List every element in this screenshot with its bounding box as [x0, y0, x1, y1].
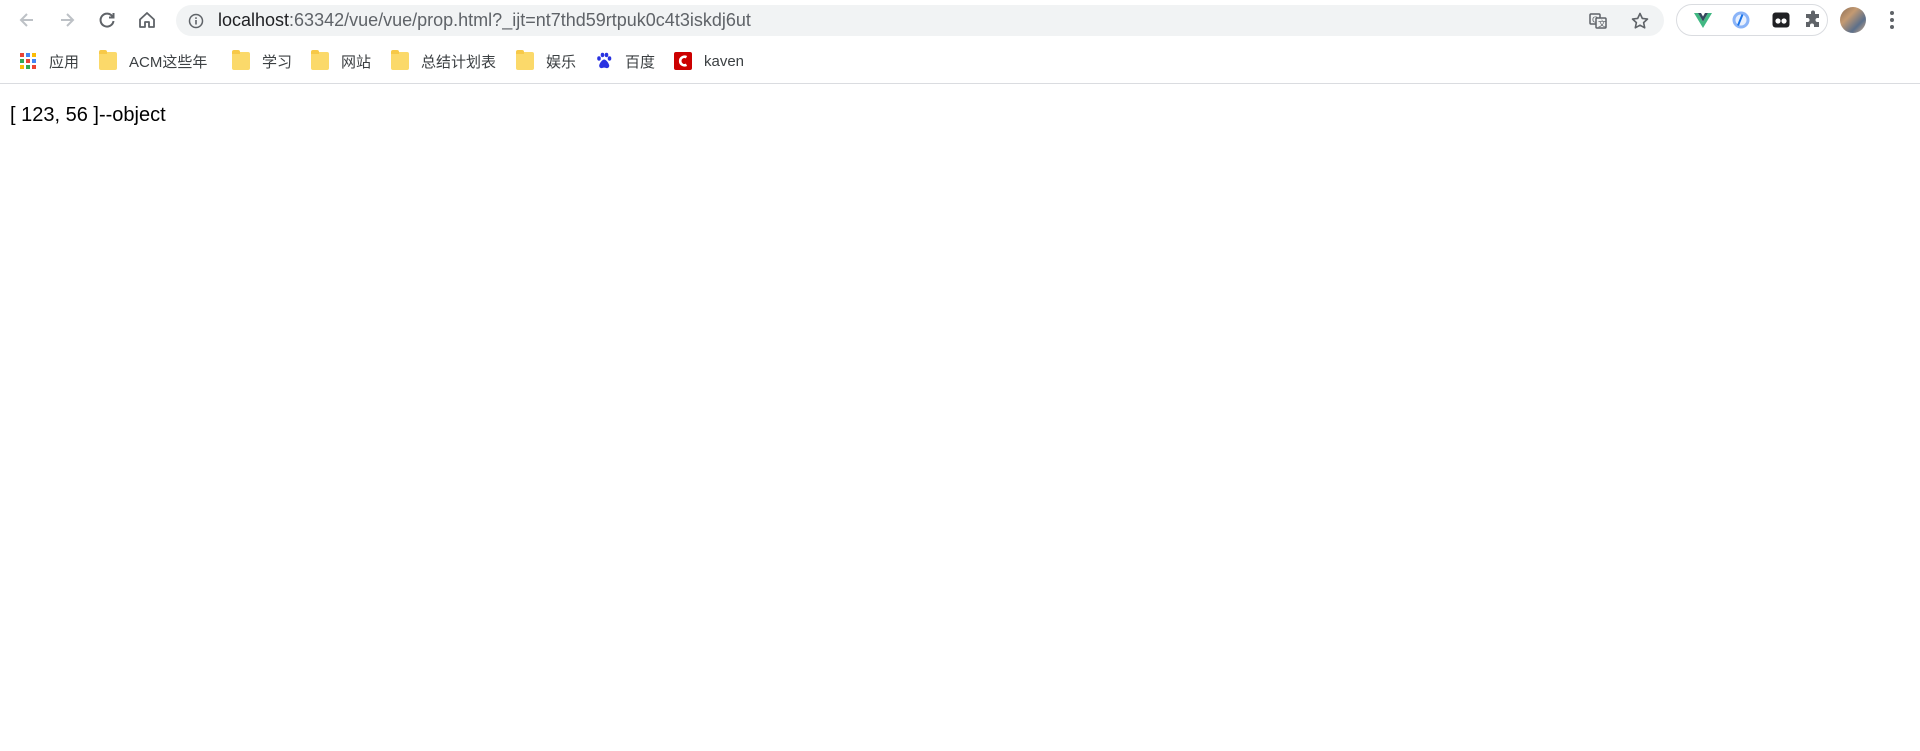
bookmark-folder-entertainment[interactable]: 娱乐 — [516, 41, 576, 81]
puzzle-icon[interactable] — [1803, 10, 1823, 30]
bookmark-apps[interactable]: 应用 — [19, 41, 79, 81]
bookmark-label: 总结计划表 — [421, 53, 497, 71]
bookmark-label: 网站 — [341, 53, 372, 71]
url-path: :63342/vue/vue/prop.html?_ijt=nt7thd59rt… — [289, 10, 751, 30]
kaven-logo-icon — [674, 52, 692, 70]
folder-icon — [232, 50, 250, 70]
apps-grid-icon — [20, 53, 36, 69]
folder-icon — [391, 50, 409, 70]
svg-text:文: 文 — [1598, 19, 1606, 29]
arrow-right-icon — [61, 13, 75, 27]
folder-icon — [311, 50, 329, 70]
forward-button[interactable] — [53, 6, 81, 34]
bookmark-folder-study[interactable]: 学习 — [232, 41, 292, 81]
bookmark-folder-plans[interactable]: 总结计划表 — [391, 41, 496, 81]
bookmark-label: 应用 — [49, 53, 80, 71]
bookmark-label: 百度 — [625, 53, 656, 71]
bookmark-label: kaven — [704, 52, 745, 70]
url-text[interactable]: localhost:63342/vue/vue/prop.html?_ijt=n… — [218, 5, 751, 36]
home-icon — [139, 12, 155, 28]
baidu-paw-icon — [597, 52, 612, 69]
browser-toolbar: localhost:63342/vue/vue/prop.html?_ijt=n… — [0, 0, 1920, 41]
url-host: localhost — [218, 10, 290, 30]
bookmark-label: 学习 — [262, 53, 293, 71]
bookmark-label: ACM这些年 — [129, 53, 208, 71]
extension-blue-icon[interactable] — [1731, 10, 1751, 30]
back-button[interactable] — [13, 6, 41, 34]
folder-icon — [516, 50, 534, 70]
vue-devtools-icon[interactable] — [1693, 10, 1713, 30]
address-bar[interactable]: localhost:63342/vue/vue/prop.html?_ijt=n… — [176, 5, 1664, 36]
bookmark-label: 娱乐 — [546, 53, 577, 71]
folder-icon — [99, 50, 117, 70]
info-icon[interactable] — [188, 13, 204, 29]
arrow-left-icon — [19, 13, 33, 27]
home-button[interactable] — [133, 6, 161, 34]
extensions-area — [1676, 4, 1828, 36]
kebab-menu-icon[interactable] — [1882, 8, 1902, 32]
translate-icon[interactable]: G 文 — [1588, 11, 1608, 31]
bookmark-folder-websites[interactable]: 网站 — [311, 41, 371, 81]
bookmark-folder-acm[interactable]: ACM这些年 — [99, 41, 207, 81]
bookmark-kaven[interactable]: kaven — [674, 41, 744, 81]
extension-dark-icon[interactable] — [1771, 10, 1791, 30]
star-icon[interactable] — [1630, 11, 1650, 31]
page-output-text: [ 123, 56 ]--object — [10, 104, 166, 126]
bookmark-baidu[interactable]: 百度 — [595, 41, 655, 81]
reload-button[interactable] — [93, 6, 121, 34]
bookmarks-bar: 应用 ACM这些年 学习 网站 总结计划表 娱乐 百度 kaven — [0, 41, 1920, 84]
reload-icon — [99, 12, 115, 28]
profile-avatar[interactable] — [1840, 7, 1866, 33]
